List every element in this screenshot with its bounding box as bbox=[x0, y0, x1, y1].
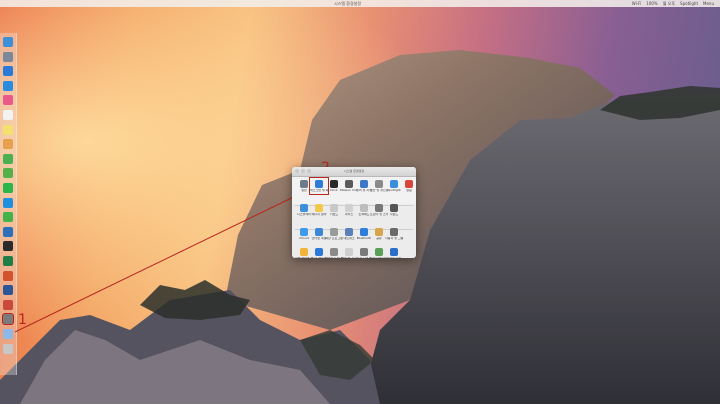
pref-pane[interactable]: 알림 bbox=[400, 178, 416, 194]
pref-pane-icon bbox=[330, 204, 338, 212]
pref-pane-icon bbox=[390, 204, 398, 212]
pref-pane-label: 사운드 bbox=[389, 213, 399, 216]
pref-pane-icon bbox=[315, 180, 323, 188]
pref-pane[interactable]: 사용자 및 그룹 bbox=[385, 226, 403, 242]
pref-pane-icon bbox=[315, 228, 323, 236]
pref-pane-icon bbox=[360, 204, 368, 212]
pref-pane-icon bbox=[390, 180, 398, 188]
pref-pane-label: 알림 bbox=[406, 189, 412, 192]
pref-pane[interactable]: 손쉬운 사용 bbox=[385, 246, 403, 258]
annotation-step-1: 1 bbox=[18, 312, 27, 328]
pref-pane-icon bbox=[300, 180, 308, 188]
pref-pane-icon bbox=[390, 228, 398, 236]
pref-pane-icon bbox=[375, 180, 383, 188]
system-preferences-window: 시스템 환경설정 일반데스크탑 및 화면DockMission Control언… bbox=[292, 167, 416, 258]
pref-pane-icon bbox=[330, 180, 338, 188]
pref-pane-icon bbox=[300, 248, 308, 256]
pref-pane-label: 손쉬운 사용 bbox=[385, 257, 403, 258]
pref-pane-icon bbox=[360, 228, 368, 236]
window-titlebar[interactable]: 시스템 환경설정 bbox=[292, 167, 416, 177]
pref-pane-icon bbox=[300, 228, 308, 236]
pref-pane-icon bbox=[375, 204, 383, 212]
pref-pane-icon bbox=[405, 180, 413, 188]
pref-pane-icon bbox=[345, 204, 353, 212]
pref-pane-icon bbox=[375, 248, 383, 256]
pref-pane-icon bbox=[375, 228, 383, 236]
pref-pane-icon bbox=[360, 248, 368, 256]
pref-pane-icon bbox=[330, 228, 338, 236]
pref-pane-label: 사용자 및 그룹 bbox=[385, 237, 403, 240]
pref-pane-icon bbox=[345, 228, 353, 236]
pref-pane-icon bbox=[330, 248, 338, 256]
pref-pane-icon bbox=[345, 180, 353, 188]
pref-pane[interactable]: 사운드 bbox=[385, 202, 403, 218]
pref-pane-icon bbox=[315, 248, 323, 256]
pref-pane-icon bbox=[315, 204, 323, 212]
pref-pane-icon bbox=[390, 248, 398, 256]
pref-pane-icon bbox=[360, 180, 368, 188]
window-title: 시스템 환경설정 bbox=[343, 169, 365, 173]
pref-pane-icon bbox=[300, 204, 308, 212]
pref-pane-icon bbox=[345, 248, 353, 256]
